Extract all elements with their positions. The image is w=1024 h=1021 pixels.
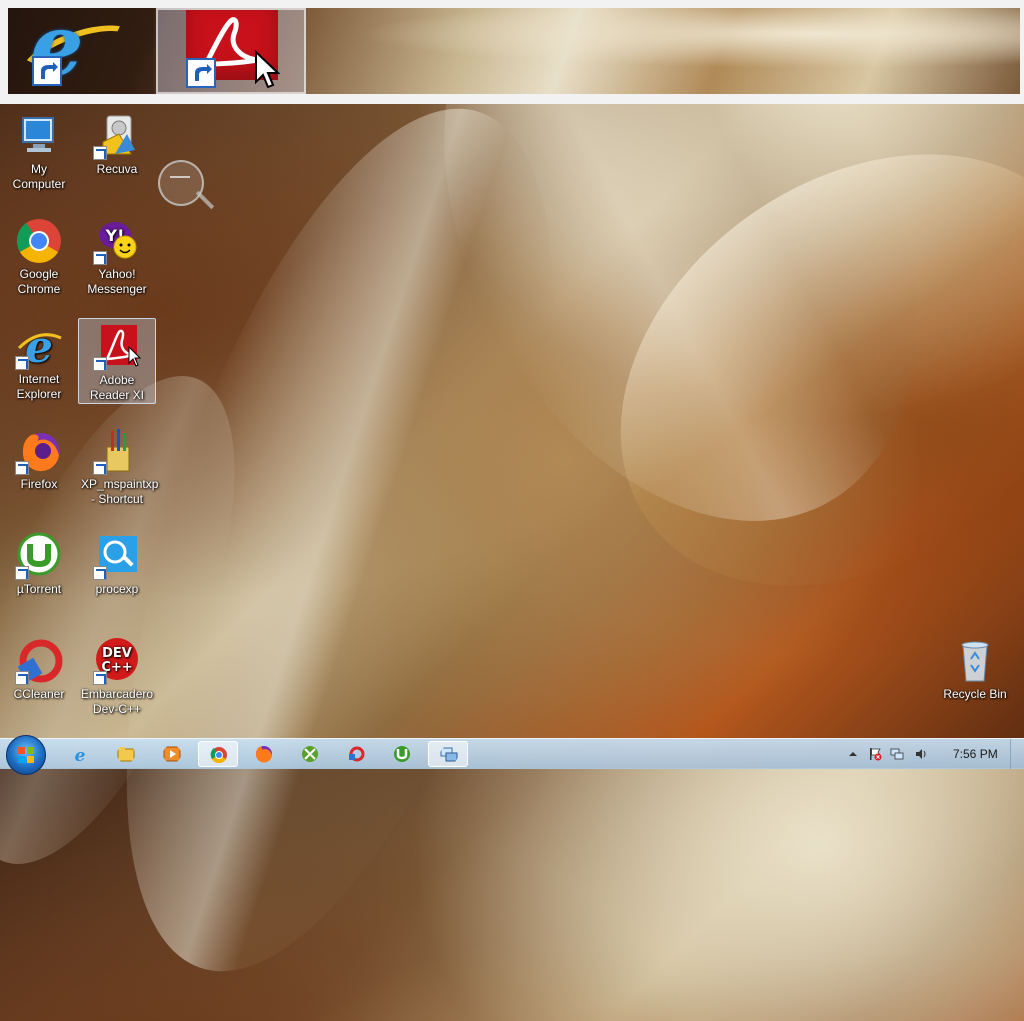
desktop-icon-label: My Computer: [12, 162, 66, 191]
desktop-icon-label: Google Chrome: [17, 267, 61, 296]
desktop-icon-label: Embarcadero Dev-C++: [81, 687, 154, 716]
media-player-icon: [163, 746, 181, 762]
shortcut-arrow-icon: [93, 566, 107, 580]
wallpaper-band: [538, 65, 1024, 675]
desktop-icon-procexp[interactable]: procexp: [79, 528, 155, 597]
desktop-icon-label: Recuva: [96, 162, 138, 176]
desktop-icon-utorrent[interactable]: µTorrent: [1, 528, 77, 597]
taskbar-button-remote-desktop[interactable]: [428, 741, 468, 767]
shortcut-arrow-icon: [15, 566, 29, 580]
action-center-flag-icon[interactable]: [868, 747, 882, 761]
mouse-pointer-icon: [128, 346, 142, 367]
taskbar: e 7:56 PM: [0, 735, 1024, 775]
desktop-icon-label: CCleaner: [13, 687, 65, 701]
shortcut-arrow-icon: [15, 461, 29, 475]
shortcut-arrow-icon: [93, 461, 107, 475]
paint-icon: [93, 427, 141, 475]
svg-text:e: e: [25, 322, 53, 370]
magnified-adobe-icon: [156, 8, 306, 94]
shortcut-arrow-icon: [32, 56, 62, 86]
desktop-icon-google-chrome[interactable]: Google Chrome: [1, 213, 77, 297]
taskbar-button-xbox-app[interactable]: [290, 741, 330, 767]
svg-text:e: e: [75, 746, 86, 763]
desktop-icon-recycle-bin[interactable]: Recycle Bin: [937, 633, 1013, 702]
magnified-ie-icon: e: [8, 8, 154, 94]
show-hidden-icons-icon[interactable]: [846, 747, 860, 761]
recycle-bin-icon: [951, 637, 999, 685]
network-icon[interactable]: [890, 747, 904, 761]
show-desktop-button[interactable]: [1010, 739, 1024, 769]
chrome-icon: [210, 747, 227, 764]
desktop-icon-label: XP_mspaintxp - Shortcut: [81, 477, 159, 506]
desktop-icon-yahoo-messenger[interactable]: Y! Yahoo! Messenger: [79, 213, 155, 297]
desktop-icon-adobe-reader-xi[interactable]: Adobe Reader XI: [78, 318, 156, 404]
folder-icon: [117, 747, 135, 762]
shortcut-arrow-icon: [93, 146, 107, 160]
taskbar-button-ccleaner[interactable]: [336, 741, 376, 767]
desktop-icon-internet-explorer[interactable]: e Internet Explorer: [1, 318, 77, 402]
desktop-icon-label: µTorrent: [16, 582, 62, 596]
devcpp-icon: DEV C++: [93, 637, 141, 685]
taskbar-button-internet-explorer[interactable]: e: [60, 741, 100, 767]
yahoo-messenger-icon: Y!: [93, 217, 141, 265]
remote-desktop-icon: [440, 747, 458, 762]
desktop-icon-embarcadero-dev-cpp[interactable]: DEV C++ Embarcadero Dev-C++: [79, 633, 155, 717]
magnifier-window[interactable]: e: [0, 0, 1024, 104]
shortcut-arrow-icon: [186, 58, 216, 88]
desktop-icon-label: Internet Explorer: [16, 372, 62, 401]
desktop-icon-label: procexp: [95, 582, 139, 596]
ie-icon: e: [75, 746, 86, 763]
firefox-icon: [255, 746, 272, 763]
chrome-icon: [15, 217, 63, 265]
magnifier-lens-handle: [195, 190, 215, 210]
ie-icon: e: [15, 322, 63, 373]
svg-text:DEV: DEV: [102, 646, 132, 661]
taskbar-button-firefox[interactable]: [244, 741, 284, 767]
desktop-icon-firefox[interactable]: Firefox: [1, 423, 77, 492]
desktop-icon-xp-mspaintxp-shortcut[interactable]: XP_mspaintxp - Shortcut: [79, 423, 159, 507]
magnifier-lens-icon[interactable]: [158, 160, 204, 206]
taskbar-button-utorrent[interactable]: [382, 741, 422, 767]
shortcut-arrow-icon: [93, 251, 107, 265]
desktop-icon-my-computer[interactable]: My Computer: [1, 108, 77, 192]
procexp-icon: [93, 532, 141, 580]
start-button[interactable]: [6, 735, 46, 775]
firefox-icon: [15, 427, 63, 475]
volume-icon[interactable]: [914, 747, 928, 761]
shortcut-arrow-icon: [93, 357, 107, 371]
desktop-icon-label: Adobe Reader XI: [89, 373, 145, 402]
ccleaner-icon: [15, 637, 63, 685]
shortcut-arrow-icon: [15, 671, 29, 685]
shortcut-arrow-icon: [93, 671, 107, 685]
taskbar-button-windows-explorer[interactable]: [106, 741, 146, 767]
recuva-icon: [93, 112, 141, 160]
desktop-icon-ccleaner[interactable]: CCleaner: [1, 633, 77, 702]
magnifier-view: e: [8, 8, 1020, 94]
taskbar-button-media-player[interactable]: [152, 741, 192, 767]
utorrent-icon: [15, 532, 63, 580]
clock[interactable]: 7:56 PM: [953, 747, 998, 761]
utorrent-icon: [394, 746, 410, 762]
system-tray: 7:56 PM: [838, 739, 1024, 769]
ccleaner-icon: [349, 746, 365, 762]
xbox-icon: [302, 746, 318, 762]
shortcut-arrow-icon: [15, 356, 29, 370]
desktop-icon-recuva[interactable]: Recuva: [79, 108, 155, 177]
mouse-pointer-icon: [255, 50, 280, 89]
computer-icon: [15, 112, 63, 160]
windows-logo-icon: [18, 747, 34, 763]
desktop-icon-label: Firefox: [20, 477, 58, 491]
desktop-icon-label: Yahoo! Messenger: [87, 267, 147, 296]
desktop-icon-label: Recycle Bin: [943, 687, 1007, 701]
taskbar-button-google-chrome[interactable]: [198, 741, 238, 767]
